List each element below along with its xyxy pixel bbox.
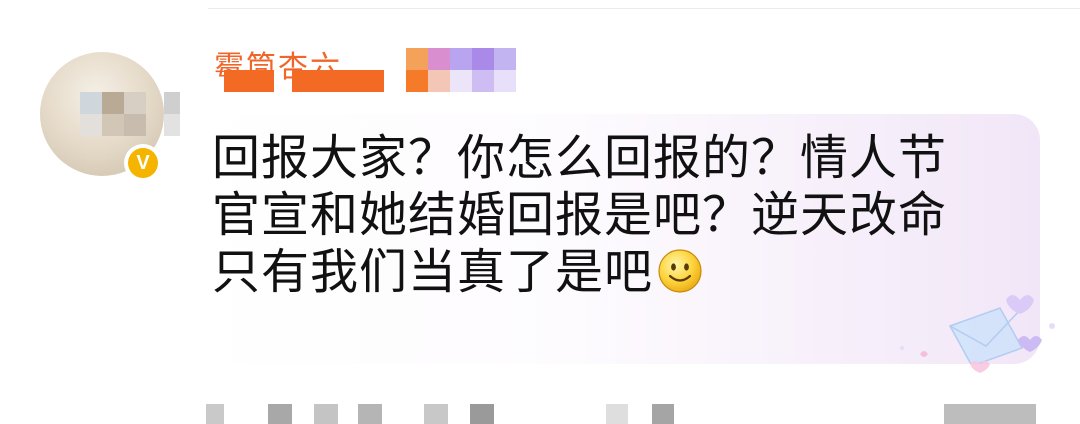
avatar-mosaic-block <box>80 92 102 114</box>
avatar-mosaic-block <box>102 92 124 114</box>
comment-actions-row <box>0 404 1080 424</box>
username-mask <box>224 70 274 92</box>
avatar-mosaic-block <box>102 114 124 136</box>
verified-badge: V <box>124 144 162 182</box>
top-divider <box>208 8 1080 9</box>
smile-emoji-icon <box>658 249 702 293</box>
verified-v-icon: V <box>128 148 158 178</box>
avatar-mosaic-block <box>80 114 102 136</box>
comment-text[interactable]: 回报大家？你怎么回报的？情人节 官宣和她结婚回报是吧？逆天改命 只有我们当真了是… <box>212 130 1012 301</box>
envelope-hearts-decoration-icon <box>900 295 1055 373</box>
avatar-mosaic-block <box>124 92 146 114</box>
comment-line: 官宣和她结婚回报是吧？逆天改命 <box>212 187 948 243</box>
comment-line: 回报大家？你怎么回报的？情人节 <box>212 130 948 186</box>
avatar-mosaic-block <box>124 114 146 136</box>
username-mask <box>292 70 384 92</box>
